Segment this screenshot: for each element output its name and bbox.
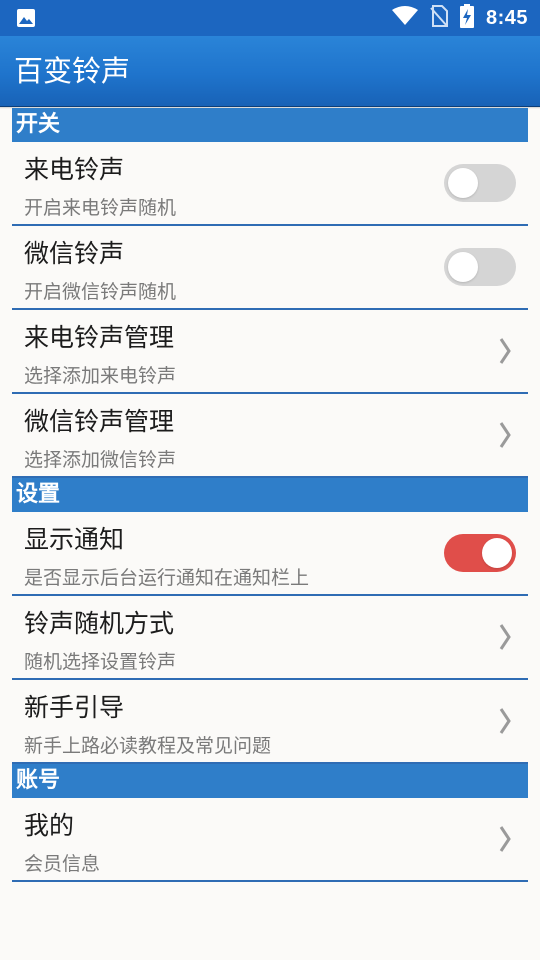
settings-item-show-notification[interactable]: 显示通知 是否显示后台运行通知在通知栏上 — [12, 512, 528, 596]
settings-list: 开关 来电铃声 开启来电铃声随机 微信铃声 开启微信铃声随机 来电铃声管理 选择… — [12, 108, 528, 882]
item-title: 我的 — [24, 811, 75, 840]
status-bar: 8:45 — [0, 0, 540, 36]
chevron-right-icon — [498, 336, 512, 366]
item-title: 来电铃声 — [24, 155, 125, 184]
item-subtitle: 选择添加微信铃声 — [24, 449, 177, 471]
app-bar: 百变铃声 — [0, 36, 540, 107]
show-notification-toggle[interactable] — [444, 534, 516, 572]
settings-item-wechat-ringtone-manage[interactable]: 微信铃声管理 选择添加微信铃声 — [12, 394, 528, 478]
toggle-knob — [448, 168, 478, 198]
item-title: 微信铃声 — [24, 239, 125, 268]
chevron-right-icon — [498, 622, 512, 652]
no-sim-icon — [430, 5, 448, 31]
clock-time: 8:45 — [485, 6, 528, 29]
chevron-right-icon — [498, 824, 512, 854]
item-subtitle: 随机选择设置铃声 — [24, 651, 177, 673]
chevron-right-icon — [498, 420, 512, 450]
call-ringtone-toggle[interactable] — [444, 164, 516, 202]
item-title: 微信铃声管理 — [24, 407, 175, 436]
toggle-knob — [482, 538, 512, 568]
section-header-switches: 开关 — [12, 108, 528, 142]
section-header-account: 账号 — [12, 764, 528, 798]
image-icon — [16, 8, 36, 28]
item-subtitle: 会员信息 — [24, 853, 101, 875]
app-title: 百变铃声 — [14, 54, 131, 88]
wifi-icon — [391, 6, 418, 30]
chevron-right-icon — [498, 706, 512, 736]
item-title: 显示通知 — [24, 525, 125, 554]
section-header-settings: 设置 — [12, 478, 528, 512]
status-icons: 8:45 — [391, 0, 528, 36]
item-subtitle: 开启来电铃声随机 — [24, 197, 177, 219]
settings-item-wechat-ringtone[interactable]: 微信铃声 开启微信铃声随机 — [12, 226, 528, 310]
settings-item-my-account[interactable]: 我的 会员信息 — [12, 798, 528, 882]
wechat-ringtone-toggle[interactable] — [444, 248, 516, 286]
item-subtitle: 选择添加来电铃声 — [24, 365, 177, 387]
settings-item-call-ringtone[interactable]: 来电铃声 开启来电铃声随机 — [12, 142, 528, 226]
settings-item-call-ringtone-manage[interactable]: 来电铃声管理 选择添加来电铃声 — [12, 310, 528, 394]
item-subtitle: 是否显示后台运行通知在通知栏上 — [24, 567, 310, 589]
item-title: 铃声随机方式 — [24, 609, 175, 638]
battery-charging-icon — [459, 4, 474, 32]
item-title: 来电铃声管理 — [24, 323, 175, 352]
toggle-knob — [448, 252, 478, 282]
item-subtitle: 新手上路必读教程及常见问题 — [24, 735, 272, 757]
item-title: 新手引导 — [24, 693, 125, 722]
settings-item-beginner-guide[interactable]: 新手引导 新手上路必读教程及常见问题 — [12, 680, 528, 764]
item-subtitle: 开启微信铃声随机 — [24, 281, 177, 303]
settings-item-ringtone-random-mode[interactable]: 铃声随机方式 随机选择设置铃声 — [12, 596, 528, 680]
